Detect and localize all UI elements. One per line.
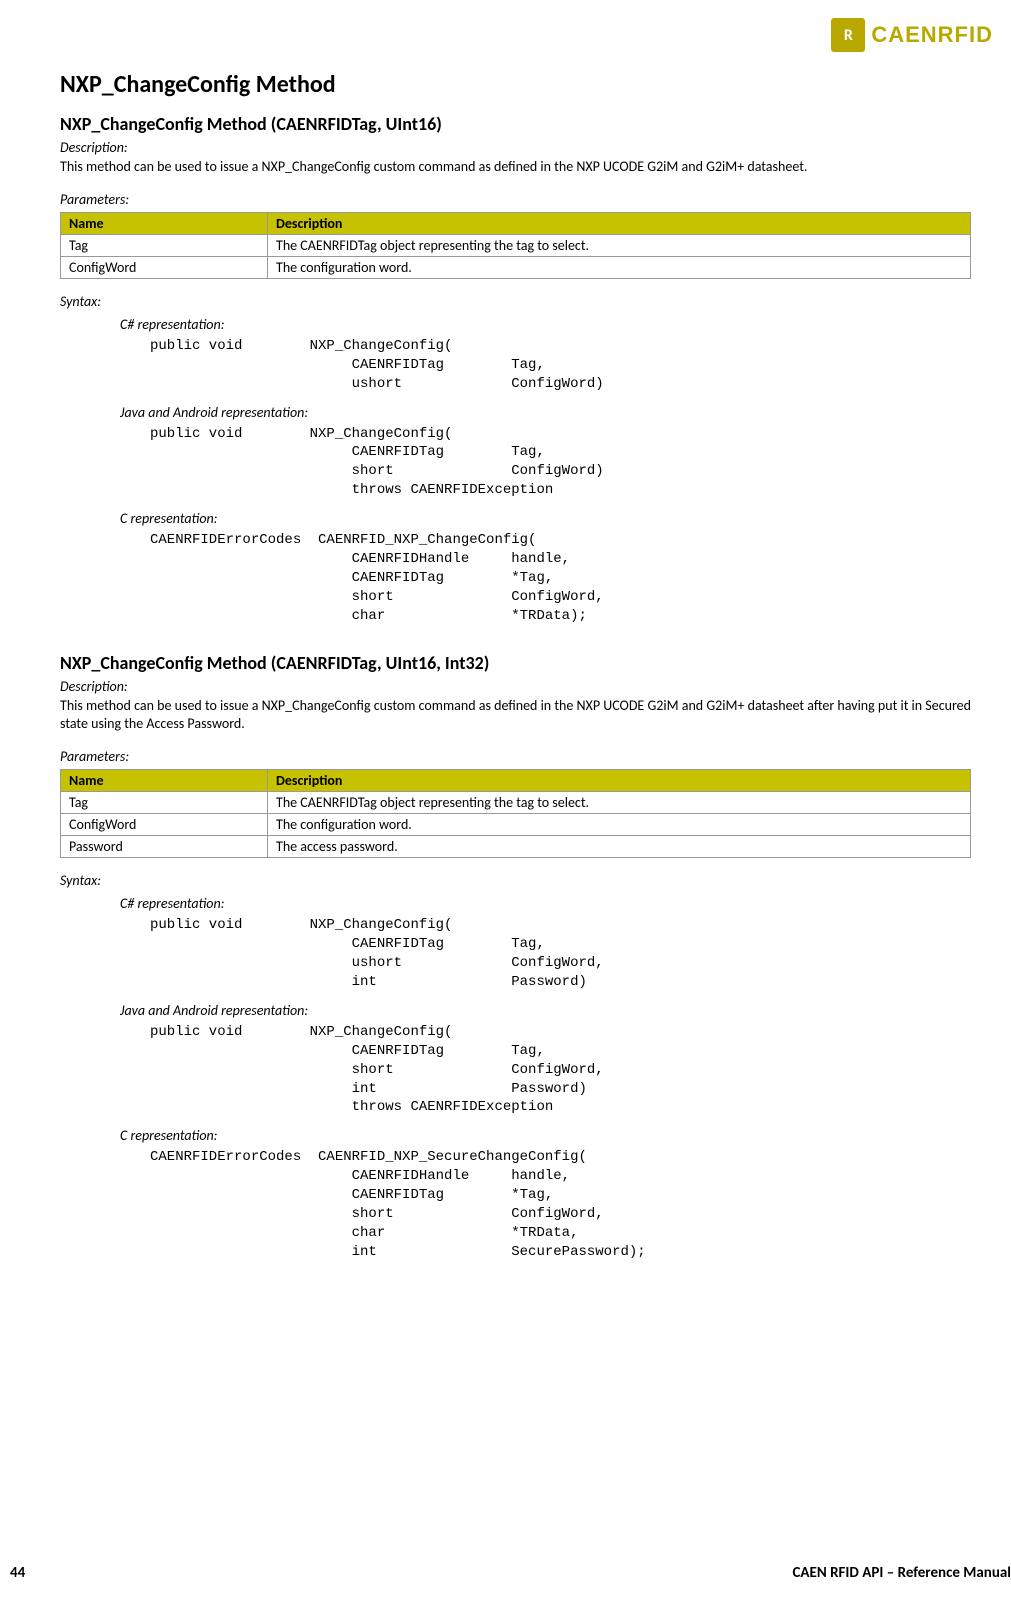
param-name: Password: [61, 836, 268, 858]
page-number: 44: [0, 1564, 25, 1582]
col-header-desc: Description: [268, 770, 971, 792]
param-desc: The configuration word.: [268, 814, 971, 836]
representation-label: Java and Android representation:: [120, 1002, 971, 1019]
code-block: public void NXP_ChangeConfig( CAENRFIDTa…: [150, 1023, 971, 1117]
col-header-desc: Description: [268, 212, 971, 234]
page-footer: 44 CAEN RFID API – Reference Manual: [0, 1564, 1011, 1582]
param-desc: The CAENRFIDTag object representing the …: [268, 234, 971, 256]
description-text: This method can be used to issue a NXP_C…: [60, 158, 971, 177]
parameters-table: Name Description Tag The CAENRFIDTag obj…: [60, 769, 971, 858]
param-name: ConfigWord: [61, 256, 268, 278]
param-name: Tag: [61, 792, 268, 814]
syntax-label: Syntax:: [60, 872, 971, 889]
table-row: Tag The CAENRFIDTag object representing …: [61, 792, 971, 814]
parameters-label: Parameters:: [60, 748, 971, 765]
code-block: CAENRFIDErrorCodes CAENRFID_NXP_ChangeCo…: [150, 531, 971, 625]
page-title: NXP_ChangeConfig Method: [60, 70, 971, 99]
representation-label: C representation:: [120, 1127, 971, 1144]
param-desc: The access password.: [268, 836, 971, 858]
syntax-label: Syntax:: [60, 293, 971, 310]
code-block: public void NXP_ChangeConfig( CAENRFIDTa…: [150, 337, 971, 394]
description-label: Description:: [60, 139, 971, 156]
table-row: Password The access password.: [61, 836, 971, 858]
code-block: public void NXP_ChangeConfig( CAENRFIDTa…: [150, 425, 971, 501]
representation-label: C representation:: [120, 510, 971, 527]
param-desc: The configuration word.: [268, 256, 971, 278]
doc-title: CAEN RFID API – Reference Manual: [792, 1564, 1011, 1582]
param-name: Tag: [61, 234, 268, 256]
description-label: Description:: [60, 678, 971, 695]
param-desc: The CAENRFIDTag object representing the …: [268, 792, 971, 814]
table-row: ConfigWord The configuration word.: [61, 256, 971, 278]
representation-label: Java and Android representation:: [120, 404, 971, 421]
table-header-row: Name Description: [61, 770, 971, 792]
brand-mark-icon: R: [831, 18, 865, 52]
table-header-row: Name Description: [61, 212, 971, 234]
param-name: ConfigWord: [61, 814, 268, 836]
representation-label: C# representation:: [120, 895, 971, 912]
table-row: ConfigWord The configuration word.: [61, 814, 971, 836]
col-header-name: Name: [61, 212, 268, 234]
parameters-label: Parameters:: [60, 191, 971, 208]
brand-logo: R CAENRFID: [831, 18, 993, 52]
table-row: Tag The CAENRFIDTag object representing …: [61, 234, 971, 256]
code-block: CAENRFIDErrorCodes CAENRFID_NXP_SecureCh…: [150, 1148, 971, 1261]
method-heading: NXP_ChangeConfig Method (CAENRFIDTag, UI…: [60, 652, 971, 674]
code-block: public void NXP_ChangeConfig( CAENRFIDTa…: [150, 916, 971, 992]
representation-label: C# representation:: [120, 316, 971, 333]
method-heading: NXP_ChangeConfig Method (CAENRFIDTag, UI…: [60, 113, 971, 135]
parameters-table: Name Description Tag The CAENRFIDTag obj…: [60, 212, 971, 279]
brand-name: CAENRFID: [871, 22, 993, 48]
description-text: This method can be used to issue a NXP_C…: [60, 697, 971, 735]
col-header-name: Name: [61, 770, 268, 792]
